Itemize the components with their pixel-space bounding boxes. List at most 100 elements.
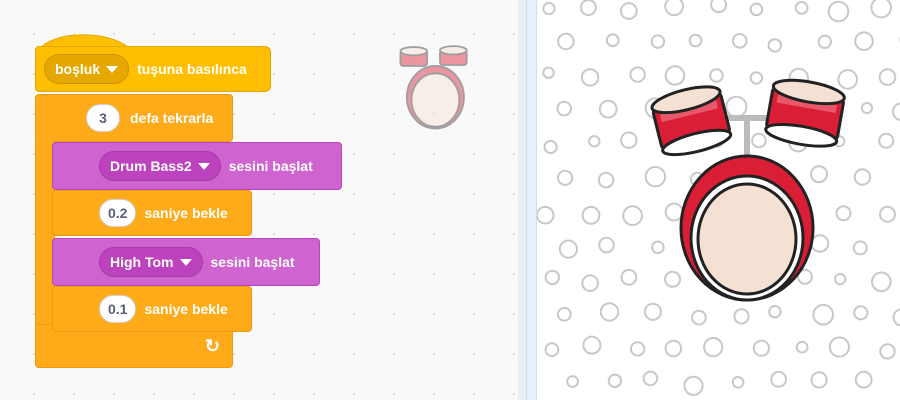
bubble: [691, 309, 707, 326]
chevron-down-icon: [197, 162, 210, 170]
bubble: [599, 302, 620, 322]
repeat-count-input[interactable]: 3: [86, 104, 120, 132]
bubble: [598, 236, 615, 254]
sound-label: sesini başlat: [210, 254, 295, 270]
start-sound-block[interactable]: High Tom sesini başlat: [52, 238, 320, 286]
bubble: [650, 34, 666, 49]
bubble: [892, 102, 900, 122]
key-dropdown[interactable]: boşluk: [44, 54, 130, 84]
bubble: [768, 305, 782, 319]
sound-value: Drum Bass2: [110, 158, 192, 174]
bubble: [619, 2, 638, 20]
bubble: [566, 375, 579, 388]
bubble: [878, 132, 895, 149]
repeat-block[interactable]: 3 defa tekrarla: [35, 94, 233, 142]
wait-block[interactable]: 0.1 saniye bekle: [52, 286, 252, 332]
stage[interactable]: [536, 0, 900, 400]
bubble: [543, 139, 558, 155]
bubble: [557, 169, 574, 186]
when-key-pressed-block[interactable]: boşluk tuşuna basılınca: [35, 46, 271, 92]
bubble: [643, 302, 663, 321]
bubble: [795, 340, 809, 354]
bubble: [817, 34, 832, 49]
bubble: [683, 375, 704, 396]
bubble: [703, 337, 724, 358]
bubble: [544, 342, 560, 358]
bubble: [749, 2, 764, 17]
bubble: [731, 33, 748, 49]
bubble: [770, 370, 788, 388]
bubble: [629, 341, 646, 357]
bubble: [620, 268, 638, 286]
pane-divider[interactable]: [518, 0, 536, 400]
bubble: [870, 0, 892, 19]
bubble: [580, 68, 600, 87]
bubble: [878, 68, 897, 86]
bubble: [537, 205, 555, 225]
bubble: [557, 32, 575, 51]
bubble: [871, 271, 892, 293]
bubble: [556, 306, 572, 322]
bubble: [542, 1, 556, 16]
bubble: [854, 370, 873, 389]
bubble: [605, 33, 620, 48]
wait-seconds-input[interactable]: 0.1: [99, 295, 137, 323]
bubble: [853, 168, 872, 186]
sound-dropdown[interactable]: Drum Bass2: [99, 151, 221, 181]
bubble: [588, 135, 601, 148]
bubble: [710, 0, 728, 14]
bubble: [664, 0, 684, 17]
bubble: [544, 269, 560, 286]
bubble: [620, 131, 638, 149]
drum-kit-sprite[interactable]: [647, 78, 847, 303]
chevron-down-icon: [106, 65, 119, 73]
bubble: [598, 99, 618, 119]
workspace-edge: [518, 0, 527, 400]
start-sound-block[interactable]: Drum Bass2 sesini başlat: [52, 142, 342, 190]
bubble: [733, 308, 750, 325]
bubble: [879, 205, 896, 223]
bubble: [581, 205, 601, 225]
bubble: [853, 305, 869, 321]
chevron-down-icon: [179, 258, 192, 266]
bubble: [607, 373, 623, 388]
bubble: [752, 339, 770, 357]
bubble: [812, 303, 835, 326]
bubble: [579, 0, 597, 16]
bubble: [582, 335, 602, 355]
bubble: [828, 336, 850, 358]
sound-dropdown[interactable]: High Tom: [99, 247, 203, 277]
sound-label: sesini başlat: [228, 158, 313, 174]
bubble: [794, 1, 809, 15]
bubble: [629, 66, 646, 83]
bubble: [664, 339, 683, 358]
sound-value: High Tom: [110, 254, 174, 270]
key-value: boşluk: [55, 61, 101, 77]
bubble: [597, 171, 615, 189]
bubble: [767, 38, 783, 53]
bubble: [879, 343, 896, 360]
bubble: [688, 33, 703, 48]
wait-seconds-input[interactable]: 0.2: [99, 199, 137, 227]
drum-icon: [399, 45, 468, 130]
bubble: [860, 102, 874, 115]
bubble: [810, 371, 828, 389]
bubble: [558, 239, 578, 259]
bubble: [852, 240, 868, 256]
bubble: [892, 308, 900, 327]
bubble: [622, 205, 643, 227]
bubble: [827, 0, 850, 23]
repeat-label: defa tekrarla: [130, 110, 214, 126]
bubble: [642, 370, 659, 387]
hat-label: tuşuna basılınca: [137, 61, 247, 77]
bubble: [581, 274, 600, 293]
bubble: [556, 100, 573, 117]
bubble: [731, 376, 745, 389]
wait-block[interactable]: 0.2 saniye bekle: [52, 190, 252, 236]
bubble: [542, 66, 555, 79]
wait-label: saniye bekle: [144, 301, 228, 317]
loop-arrow-icon: ↻: [204, 335, 220, 356]
bubble: [854, 31, 874, 52]
wait-label: saniye bekle: [144, 205, 228, 221]
code-workspace[interactable]: boşluk tuşuna basılınca 3 defa tekrarla …: [0, 0, 519, 400]
